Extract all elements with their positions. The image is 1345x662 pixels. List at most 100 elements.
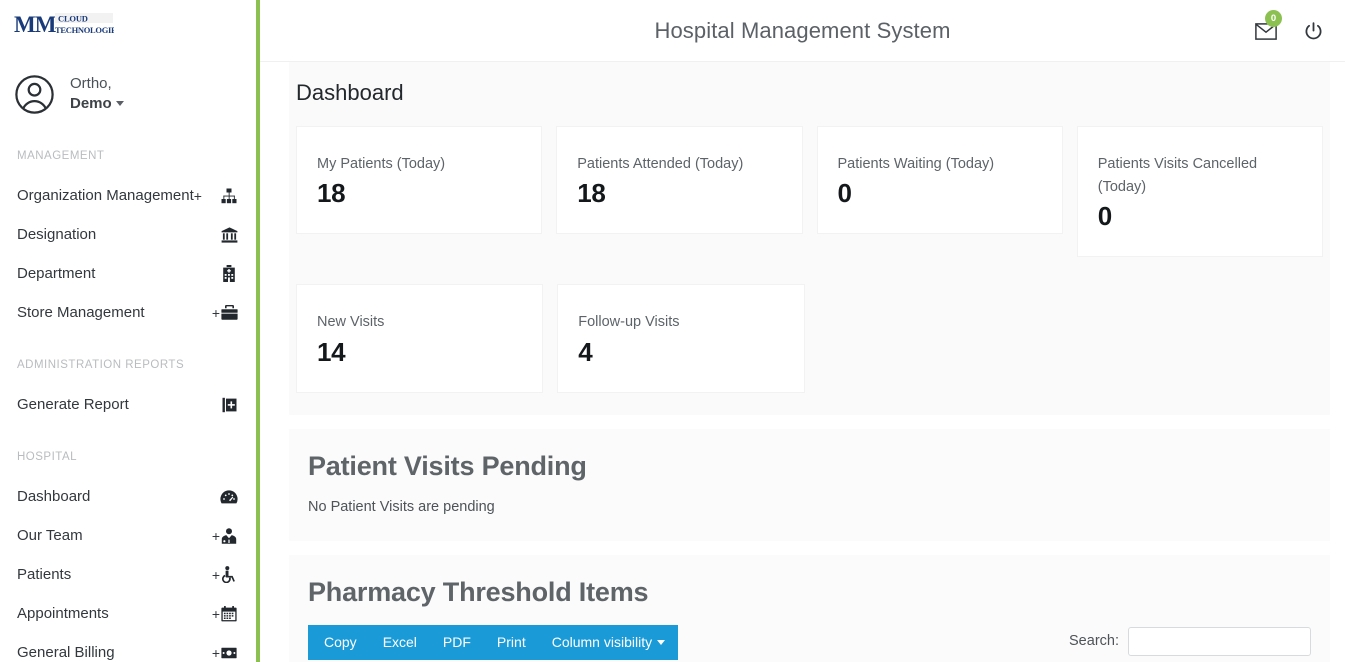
section-title-management: MANAGEMENT	[17, 150, 105, 162]
stat-card-followup-visits[interactable]: Follow-up Visits 4	[557, 284, 805, 393]
mail-badge: 0	[1265, 9, 1282, 27]
user-secondline-text: Demo	[70, 95, 112, 112]
stat-value: 18	[577, 178, 606, 209]
caret-down-icon[interactable]	[115, 101, 124, 106]
expand-plus-icon[interactable]: +	[194, 188, 202, 204]
sidebar-label: General Billing	[17, 644, 115, 661]
sidebar-label: Designation	[17, 226, 97, 243]
stat-label: New Visits	[317, 314, 385, 331]
brand-logo[interactable]: MM CLOUD TECHNOLOGIES	[0, 0, 256, 50]
sidebar-label: Store Management	[17, 304, 145, 321]
sidebar-section-management: MANAGEMENT Organization Management + Des…	[0, 150, 256, 332]
patient-visits-pending-title: Patient Visits Pending	[308, 450, 587, 481]
copy-button[interactable]: Copy	[308, 624, 370, 661]
sidebar-item-general-billing[interactable]: General Billing +	[0, 633, 256, 662]
sidebar-label: Our Team	[17, 527, 83, 544]
sidebar: MM CLOUD TECHNOLOGIES Ortho, Demo MANAGE	[0, 0, 260, 662]
sidebar-item-dashboard[interactable]: Dashboard	[0, 477, 256, 516]
user-name-block: Ortho, Demo	[70, 74, 124, 114]
stat-value: 0	[1097, 201, 1112, 232]
hospital-building-icon	[220, 265, 238, 283]
envelope-icon[interactable]: 0	[1255, 9, 1282, 40]
page-title: Hospital Management System	[654, 17, 951, 43]
report-medical-bag-icon	[220, 396, 238, 414]
svg-text:TECHNOLOGIES: TECHNOLOGIES	[55, 25, 114, 35]
search-input[interactable]	[1128, 626, 1311, 656]
dashboard-heading: Dashboard	[296, 80, 404, 105]
sidebar-item-organization-management[interactable]: Organization Management +	[0, 176, 256, 215]
datatable-export-buttons: Copy Excel PDF Print Column visibility	[308, 624, 679, 661]
wheelchair-icon	[220, 566, 238, 584]
pharmacy-threshold-items-title: Pharmacy Threshold Items	[308, 576, 649, 607]
sitemap-icon	[220, 187, 238, 205]
tachometer-dashboard-icon	[220, 488, 238, 506]
section-title-administration-reports: ADMINISTRATION REPORTS	[17, 359, 185, 371]
stat-cards-row-2: New Visits 14 Follow-up Visits 4	[289, 284, 1330, 393]
stat-value: 18	[317, 178, 346, 209]
sidebar-label: Organization Management	[17, 187, 194, 204]
dashboard-panel: Dashboard My Patients (Today) 18 Patient…	[289, 62, 1330, 415]
svg-text:CLOUD: CLOUD	[58, 14, 88, 24]
pdf-button[interactable]: PDF	[429, 624, 484, 661]
svg-text:MM: MM	[14, 12, 57, 37]
money-icon	[220, 644, 238, 662]
stat-label: Patients Visits Cancelled (Today)	[1097, 156, 1258, 196]
sidebar-item-designation[interactable]: Designation	[0, 215, 256, 254]
sidebar-label: Department	[17, 265, 96, 282]
user-firstline: Ortho,	[70, 75, 112, 93]
user-profile[interactable]: Ortho, Demo	[0, 66, 256, 122]
stat-card-new-visits[interactable]: New Visits 14	[296, 284, 544, 393]
caret-down-icon	[657, 639, 666, 645]
calendar-icon	[220, 605, 238, 623]
stat-card-spacer-2	[1078, 284, 1323, 334]
bank-icon	[220, 226, 238, 244]
user-md-icon	[220, 527, 238, 545]
sidebar-label: Dashboard	[17, 488, 91, 505]
app-root: MM CLOUD TECHNOLOGIES Ortho, Demo MANAGE	[0, 0, 1345, 662]
sidebar-item-store-management[interactable]: Store Management +	[0, 293, 256, 332]
section-title-hospital: HOSPITAL	[17, 451, 78, 463]
user-secondline: Demo	[70, 94, 124, 114]
stat-label: Follow-up Visits	[578, 314, 680, 331]
patient-visits-pending-panel: Patient Visits Pending No Patient Visits…	[289, 428, 1330, 541]
column-visibility-label: Column visibility	[551, 633, 653, 650]
user-circle-icon	[14, 74, 55, 115]
sidebar-section-administration-reports: ADMINISTRATION REPORTS Generate Report	[0, 359, 256, 424]
column-visibility-button[interactable]: Column visibility	[538, 624, 679, 661]
sidebar-section-hospital: HOSPITAL Dashboard Our Team + Patients +	[0, 451, 256, 662]
sidebar-item-department[interactable]: Department	[0, 254, 256, 293]
sidebar-label: Generate Report	[17, 396, 129, 413]
content-scroll: Dashboard My Patients (Today) 18 Patient…	[260, 62, 1345, 662]
sidebar-item-patients[interactable]: Patients +	[0, 555, 256, 594]
sidebar-item-our-team[interactable]: Our Team +	[0, 516, 256, 555]
stat-value: 0	[837, 178, 852, 209]
main-area: Hospital Management System 0 Dashboard M…	[260, 0, 1345, 662]
stat-card-patients-attended[interactable]: Patients Attended (Today) 18	[556, 126, 803, 235]
topbar-actions: 0	[1255, 0, 1323, 62]
print-button[interactable]: Print	[483, 624, 539, 661]
stat-card-spacer-1	[819, 284, 1064, 334]
search-label: Search:	[1069, 633, 1119, 650]
stat-card-my-patients[interactable]: My Patients (Today) 18	[296, 126, 543, 235]
pharmacy-threshold-items-panel: Pharmacy Threshold Items Copy Excel PDF …	[289, 554, 1330, 662]
stat-cards-row-1: My Patients (Today) 18 Patients Attended…	[289, 126, 1330, 258]
stat-value: 4	[578, 336, 593, 367]
datatable-toolbar: Copy Excel PDF Print Column visibility S…	[289, 624, 1330, 661]
stat-label: Patients Waiting (Today)	[837, 156, 995, 172]
power-off-icon[interactable]	[1304, 21, 1323, 41]
stat-card-patients-visits-cancelled[interactable]: Patients Visits Cancelled (Today) 0	[1076, 126, 1323, 258]
patient-visits-pending-message: No Patient Visits are pending	[308, 498, 495, 515]
sidebar-item-appointments[interactable]: Appointments +	[0, 594, 256, 633]
stat-value: 14	[317, 336, 346, 367]
stat-card-patients-waiting[interactable]: Patients Waiting (Today) 0	[816, 126, 1063, 235]
mm-cloud-technologies-logo-icon: MM CLOUD TECHNOLOGIES	[14, 12, 114, 37]
sidebar-item-generate-report[interactable]: Generate Report	[0, 385, 256, 424]
sidebar-label: Appointments	[17, 605, 109, 622]
datatable-search: Search:	[1069, 626, 1311, 656]
excel-button[interactable]: Excel	[369, 624, 430, 661]
topbar: Hospital Management System 0	[260, 0, 1345, 62]
stat-label: Patients Attended (Today)	[577, 156, 744, 172]
stat-label: My Patients (Today)	[317, 156, 446, 172]
briefcase-icon	[220, 304, 238, 322]
sidebar-label: Patients	[17, 566, 72, 583]
